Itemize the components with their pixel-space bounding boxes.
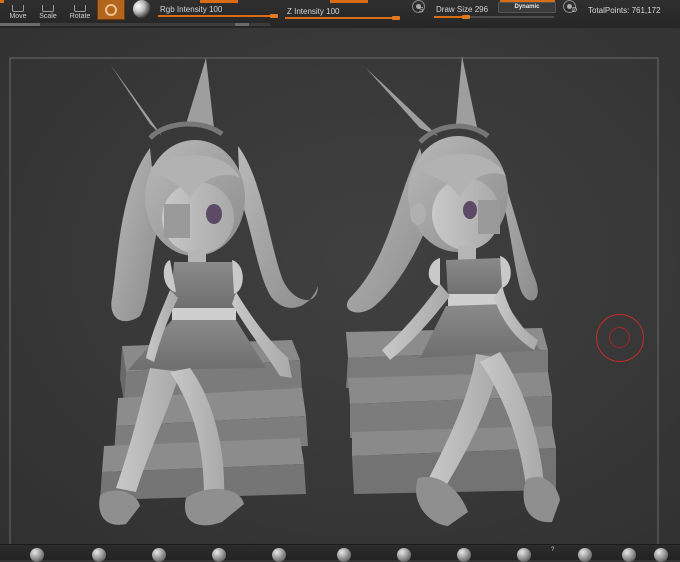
brush-8-icon[interactable] — [455, 547, 473, 562]
right-figure — [346, 56, 560, 526]
z-intensity-fill — [285, 17, 400, 19]
draw-size-knob[interactable] — [462, 15, 470, 19]
z-intensity-knob[interactable] — [392, 16, 400, 20]
brush-2-icon[interactable] — [90, 547, 108, 562]
brush-cursor-inner — [609, 327, 630, 348]
viewport-canvas[interactable] — [0, 28, 680, 544]
right-ear-right — [456, 56, 478, 132]
z-top-accent — [330, 0, 368, 3]
brush-4-icon[interactable] — [210, 547, 228, 562]
status-strip — [0, 23, 270, 26]
z-intensity-slider[interactable] — [285, 16, 400, 20]
right-eye — [463, 201, 477, 219]
rotate-label: Rotate — [69, 13, 91, 20]
brush-7-icon[interactable] — [395, 547, 413, 562]
brush-12-icon[interactable] — [652, 547, 670, 562]
left-eye — [206, 204, 222, 224]
draw-size-readout: Draw Size 296 — [436, 5, 488, 14]
rotate-button[interactable]: Rotate — [65, 0, 95, 20]
brush-5-icon[interactable] — [270, 547, 288, 562]
left-torso — [170, 262, 236, 310]
brush-9-icon[interactable] — [515, 547, 533, 562]
scale-label: Scale — [39, 13, 57, 20]
rgb-intensity-label: Rgb Intensity — [160, 5, 207, 14]
sculpt-model-view[interactable] — [0, 28, 680, 544]
left-figure — [99, 58, 318, 526]
s-key-label: S — [419, 7, 424, 14]
top-toolbar: Move Scale Rotate Rgb Intensity 100 Z In… — [0, 0, 680, 29]
z-intensity-readout: Z Intensity 100 — [287, 7, 340, 16]
status-strip-segment — [235, 23, 249, 26]
right-torso — [446, 258, 504, 298]
draw-mode-button[interactable] — [97, 0, 125, 20]
brush-1-icon[interactable] — [28, 547, 46, 562]
draw-size-value: 296 — [474, 5, 489, 14]
brush-10-icon[interactable] — [576, 547, 594, 562]
scale-icon — [42, 5, 54, 12]
rgb-intensity-readout: Rgb Intensity 100 — [160, 5, 222, 14]
status-strip-segment — [0, 23, 40, 26]
move-button[interactable]: Move — [3, 0, 33, 20]
right-sleeve-left — [428, 258, 440, 286]
left-hair-right — [238, 146, 318, 308]
right-ear-human — [410, 203, 426, 225]
left-ear-right — [186, 58, 214, 128]
left-ear-left — [110, 64, 162, 136]
brush-11-icon[interactable] — [620, 547, 638, 562]
z-intensity-label: Z Intensity — [287, 7, 324, 16]
d-key-label: D — [572, 7, 578, 14]
material-sphere-icon[interactable] — [133, 0, 151, 18]
total-points-readout: TotalPoints: 761,172 — [588, 6, 661, 15]
brush-count-label: ? — [551, 547, 555, 553]
right-ear-left — [366, 68, 438, 136]
z-intensity-value: 100 — [326, 7, 340, 16]
draw-size-slider[interactable] — [434, 15, 554, 19]
right-eyepatch — [478, 200, 500, 234]
brush-cursor — [596, 314, 644, 362]
scale-button[interactable]: Scale — [33, 0, 63, 20]
rgb-intensity-slider[interactable] — [158, 14, 278, 18]
draw-ring-icon — [105, 3, 117, 16]
rgb-intensity-value: 100 — [208, 5, 223, 14]
rgb-top-accent — [200, 0, 238, 3]
rgb-intensity-fill — [158, 15, 278, 17]
brush-3-icon[interactable] — [150, 547, 168, 562]
move-icon — [12, 5, 24, 12]
move-label: Move — [9, 13, 27, 20]
left-eyepatch — [164, 204, 190, 238]
left-skirt — [128, 320, 266, 370]
rotate-icon — [74, 5, 86, 12]
draw-size-label: Draw Size — [436, 5, 473, 14]
rgb-intensity-knob[interactable] — [270, 14, 278, 18]
dynamic-button[interactable]: Dynamic — [498, 2, 556, 13]
left-shoe-right — [184, 488, 244, 526]
brush-6-icon[interactable] — [335, 547, 353, 562]
brush-shelf: ? — [0, 544, 680, 562]
left-belt — [172, 308, 236, 320]
